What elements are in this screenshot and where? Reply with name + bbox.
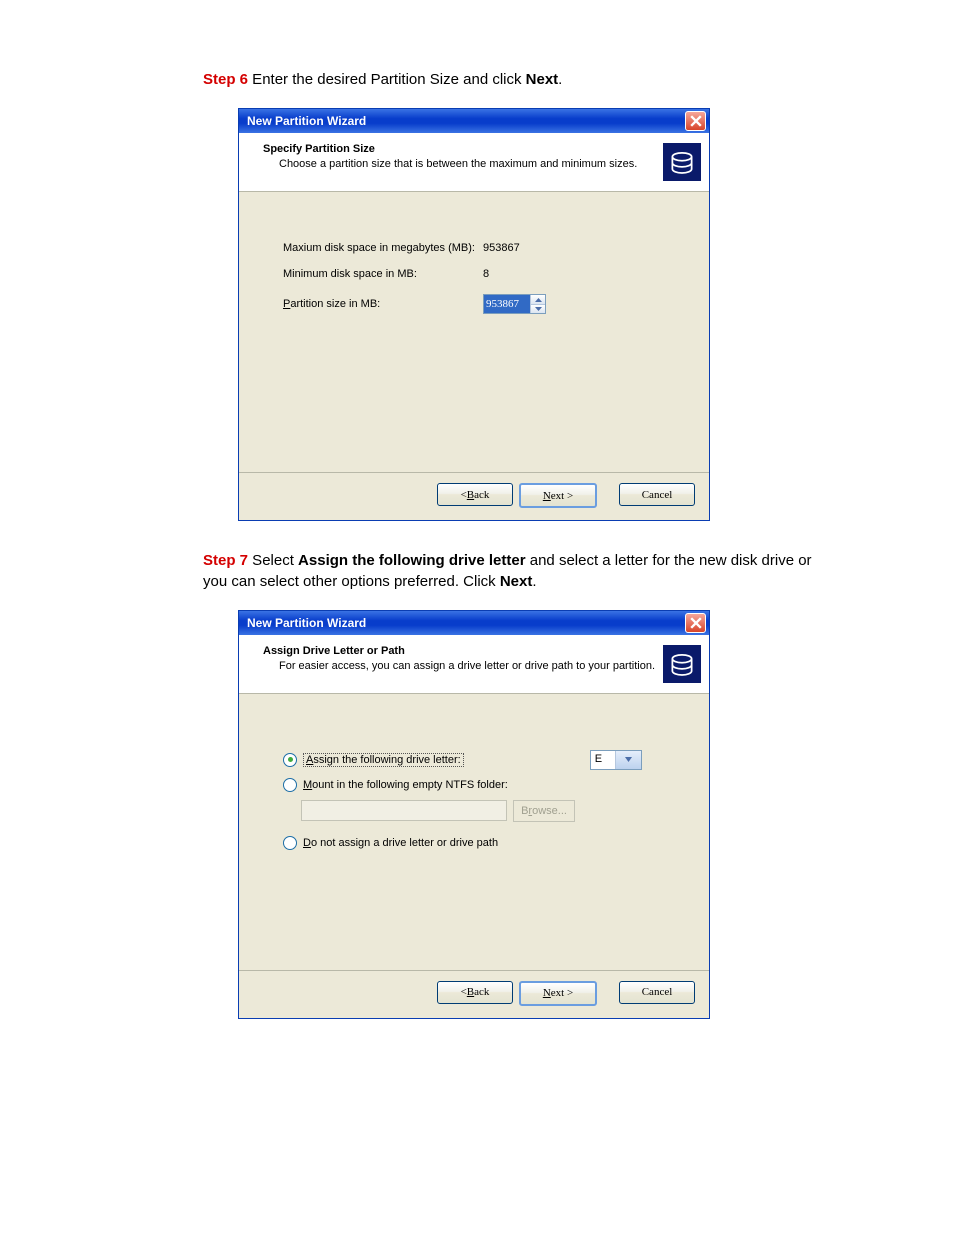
titlebar[interactable]: New Partition Wizard xyxy=(239,611,709,635)
drive-letter-value: E xyxy=(591,751,616,769)
cancel-button[interactable]: Cancel xyxy=(619,483,695,506)
close-icon xyxy=(690,617,702,629)
mount-folder-label: Mount in the following empty NTFS folder… xyxy=(303,779,508,791)
step6-instruction: Step 6 Enter the desired Partition Size … xyxy=(203,70,824,90)
cancel-button[interactable]: Cancel xyxy=(619,981,695,1004)
partition-size-input[interactable] xyxy=(484,295,530,313)
disk-icon xyxy=(663,143,701,181)
max-space-value: 953867 xyxy=(483,242,520,254)
close-button[interactable] xyxy=(685,111,706,131)
back-button[interactable]: < Back xyxy=(437,483,513,506)
max-space-label: Maxium disk space in megabytes (MB): xyxy=(283,242,483,254)
header-subtitle: For easier access, you can assign a driv… xyxy=(279,660,663,672)
assign-letter-label: Assign the following drive letter: xyxy=(303,753,464,767)
window-title: New Partition Wizard xyxy=(247,616,685,630)
close-icon xyxy=(690,115,702,127)
browse-button: Browse... xyxy=(513,800,575,822)
radio-mount-folder[interactable] xyxy=(283,778,297,792)
close-button[interactable] xyxy=(685,613,706,633)
back-button[interactable]: < Back xyxy=(437,981,513,1004)
no-assign-option[interactable]: Do not assign a drive letter or drive pa… xyxy=(283,836,669,850)
window-title: New Partition Wizard xyxy=(247,114,685,128)
assign-letter-option[interactable]: Assign the following drive letter: E xyxy=(283,750,669,770)
next-button[interactable]: Next > xyxy=(519,981,597,1006)
header-title: Assign Drive Letter or Path xyxy=(263,645,663,657)
disk-icon xyxy=(663,645,701,683)
partition-size-dialog: New Partition Wizard Specify Partition S… xyxy=(238,108,710,521)
no-assign-label: Do not assign a drive letter or drive pa… xyxy=(303,837,498,849)
min-space-label: Minimum disk space in MB: xyxy=(283,268,483,280)
step7-instruction: Step 7 Select Assign the following drive… xyxy=(203,551,824,592)
radio-assign-letter[interactable] xyxy=(283,753,297,767)
spin-up-button[interactable] xyxy=(531,295,545,305)
drive-letter-select[interactable]: E xyxy=(590,750,642,770)
dialog-header: Assign Drive Letter or Path For easier a… xyxy=(239,635,709,694)
mount-folder-option[interactable]: Mount in the following empty NTFS folder… xyxy=(283,778,669,792)
drive-letter-dialog: New Partition Wizard Assign Drive Letter… xyxy=(238,610,710,1019)
radio-no-assign[interactable] xyxy=(283,836,297,850)
mount-path-input xyxy=(301,800,507,821)
dialog-header: Specify Partition Size Choose a partitio… xyxy=(239,133,709,192)
titlebar[interactable]: New Partition Wizard xyxy=(239,109,709,133)
header-title: Specify Partition Size xyxy=(263,143,663,155)
partition-size-spinner[interactable] xyxy=(483,294,546,314)
chevron-down-icon xyxy=(615,751,641,769)
next-button[interactable]: Next > xyxy=(519,483,597,508)
partition-size-label: Partition size in MB: xyxy=(283,298,483,310)
header-subtitle: Choose a partition size that is between … xyxy=(279,158,663,170)
spin-down-button[interactable] xyxy=(531,305,545,314)
min-space-value: 8 xyxy=(483,268,489,280)
